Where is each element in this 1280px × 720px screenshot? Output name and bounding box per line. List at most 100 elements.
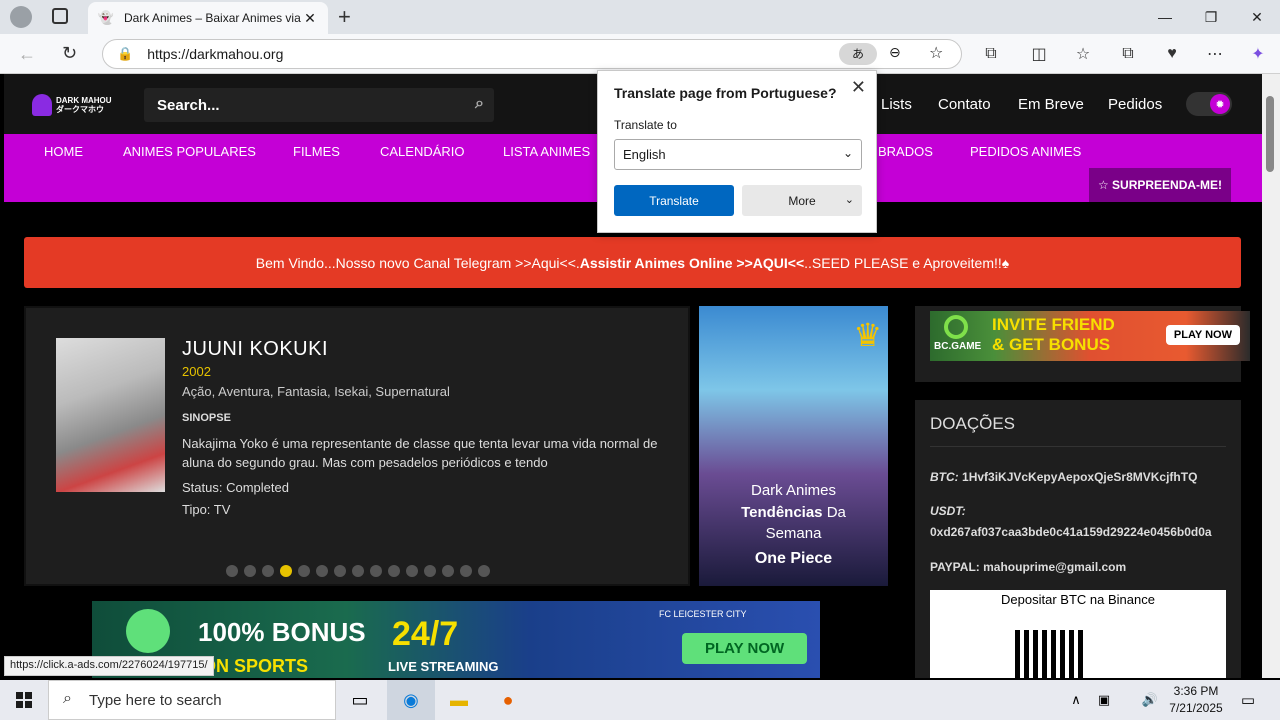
browser-tab[interactable]: 👻 Dark Animes – Baixar Animes via T ✕ [88, 2, 328, 34]
anime-year: 2002 [182, 364, 211, 379]
side-ad-banner[interactable]: BC.GAME INVITE FRIEND & GET BONUS PLAY N… [930, 311, 1250, 361]
side-ad-play-button[interactable]: PLAY NOW [1165, 325, 1240, 345]
browser-essentials-icon[interactable]: ♥ [1158, 40, 1186, 68]
welcome-banner[interactable]: Bem Vindo...Nosso novo Canal Telegram >>… [24, 237, 1241, 288]
ad-sports-text: ON SPORTS [202, 656, 309, 676]
firefox-app-icon[interactable]: ● [484, 680, 532, 720]
more-label: More [788, 193, 816, 208]
start-button[interactable] [0, 680, 48, 720]
page-scrollbar[interactable] [1262, 74, 1280, 678]
tab-actions-icon[interactable] [52, 8, 68, 24]
slider-dot[interactable] [316, 565, 328, 577]
new-tab-button[interactable]: + [338, 4, 360, 30]
favorite-star-icon[interactable]: ☆ [929, 43, 943, 63]
slider-dot[interactable] [226, 565, 238, 577]
slider-dot[interactable] [262, 565, 274, 577]
close-window-button[interactable]: ✕ [1234, 0, 1280, 34]
slider-dot[interactable] [478, 565, 490, 577]
slider-dot[interactable] [406, 565, 418, 577]
slider-dot[interactable] [280, 565, 292, 577]
slider-dot[interactable] [334, 565, 346, 577]
menu-item-animes-populares[interactable]: ANIMES POPULARES [123, 144, 256, 159]
ad-live-text: LIVE STREAMING [388, 659, 499, 674]
notifications-icon[interactable]: ▭ [1228, 680, 1268, 720]
nav-link-contato[interactable]: Contato [938, 96, 991, 113]
edge-app-icon[interactable]: ◉ [387, 680, 435, 720]
menu-item-dublados[interactable]: BRADOS [878, 144, 933, 159]
taskbar-clock[interactable]: 3:36 PM 7/21/2025 [1164, 683, 1228, 717]
search-icon[interactable]: ⌕ [475, 95, 484, 113]
url-field[interactable]: 🔒 https://darkmahou.org あ ⊖ ☆ [102, 39, 962, 69]
menu-item-home[interactable]: HOME [44, 144, 83, 159]
surprise-me-button[interactable]: ☆ SURPREENDA-ME! [1089, 168, 1231, 202]
trending-line2: Tendências Da Semana [699, 502, 888, 544]
theme-toggle[interactable]: ✹ [1186, 92, 1232, 116]
slider-dot[interactable] [442, 565, 454, 577]
menu-item-lista-animes[interactable]: LISTA ANIMES [503, 144, 590, 159]
minimize-button[interactable]: — [1142, 0, 1188, 34]
more-tools-icon[interactable]: ⊖ [889, 44, 901, 61]
featured-slider[interactable]: JUUNI KOKUKI 2002 Ação, Aventura, Fantas… [24, 306, 690, 586]
menu-item-pedidos-animes[interactable]: PEDIDOS ANIMES [970, 144, 1081, 159]
translate-icon[interactable]: あ [839, 43, 877, 65]
menu-item-filmes[interactable]: FILMES [293, 144, 340, 159]
slider-dot[interactable] [388, 565, 400, 577]
slider-dot[interactable] [298, 565, 310, 577]
language-select[interactable]: English ⌄ [614, 139, 862, 170]
site-search-input[interactable]: Search... ⌕ [144, 88, 494, 122]
tab-bar: 👻 Dark Animes – Baixar Animes via T ✕ + … [0, 0, 1280, 34]
scrollbar-thumb[interactable] [1266, 96, 1274, 172]
bc-game-logo-icon [944, 315, 968, 339]
show-hidden-icons-icon[interactable]: ∧ [1056, 680, 1096, 720]
binance-qr-box[interactable]: Depositar BTC na Binance [930, 590, 1226, 678]
settings-more-icon[interactable]: ⋯ [1201, 40, 1229, 68]
more-button[interactable]: More ⌄ [742, 185, 862, 216]
lock-icon[interactable]: 🔒 [117, 46, 133, 62]
task-view-icon[interactable]: ▭ [336, 680, 384, 720]
favorites-icon[interactable]: ☆ [1069, 40, 1097, 68]
close-tab-icon[interactable]: ✕ [302, 10, 318, 27]
slider-dot[interactable] [352, 565, 364, 577]
trending-anime-name[interactable]: One Piece [699, 550, 888, 568]
ghost-logo-icon [32, 94, 52, 116]
site-logo[interactable]: DARK MAHOU ダークマホウ [32, 92, 114, 118]
slider-dot[interactable] [424, 565, 436, 577]
ad-bonus-text: 100% BONUS [198, 617, 366, 647]
translate-button[interactable]: Translate [614, 185, 734, 216]
gear-icon: ✹ [1210, 94, 1230, 114]
profile-icon[interactable] [10, 6, 32, 28]
split-screen-icon[interactable]: ◫ [1025, 40, 1053, 68]
windows-logo-icon [16, 692, 32, 708]
restore-button[interactable]: ❐ [1188, 0, 1234, 34]
volume-icon[interactable]: 🔊 [1138, 680, 1162, 720]
side-ad-container: BC.GAME INVITE FRIEND & GET BONUS PLAY N… [915, 306, 1250, 382]
menu-item-calendario[interactable]: CALENDÁRIO [380, 144, 465, 159]
taskbar-search-input[interactable]: ⌕ Type here to search [48, 680, 336, 720]
slider-dot[interactable] [244, 565, 256, 577]
banner-tail: ..SEED PLEASE e Aproveitem!!♠ [804, 254, 1010, 271]
file-explorer-icon[interactable]: ▬ [435, 680, 483, 720]
copilot-icon[interactable]: ✦ [1244, 40, 1272, 68]
nav-link-em-breve[interactable]: Em Breve [1018, 96, 1084, 113]
nav-link-pedidos[interactable]: Pedidos [1108, 96, 1162, 113]
anime-genres: Ação, Aventura, Fantasia, Isekai, Supern… [182, 384, 450, 399]
slider-dots [226, 565, 490, 577]
network-icon[interactable]: ▣ [1092, 680, 1116, 720]
refresh-icon[interactable]: ↻ [62, 43, 77, 64]
close-icon[interactable]: ✕ [851, 77, 866, 98]
collections-icon[interactable]: ⧉ [1114, 40, 1142, 68]
slider-dot[interactable] [460, 565, 472, 577]
qr-caption: Depositar BTC na Binance [1001, 592, 1155, 607]
slider-dot[interactable] [370, 565, 382, 577]
ad-club-text: FC LEICESTER CITY [659, 609, 747, 619]
trending-card[interactable]: ♛ Dark Animes Tendências Da Semana One P… [699, 306, 888, 586]
anime-poster[interactable] [56, 338, 165, 492]
anime-title[interactable]: JUUNI KOKUKI [182, 338, 328, 361]
btc-label: BTC: [930, 470, 959, 484]
back-icon[interactable]: ← [18, 44, 36, 65]
nav-link-lists[interactable]: Lists [881, 96, 912, 113]
banner-link[interactable]: Assistir Animes Online >>AQUI<< [580, 255, 804, 271]
trending-da: Da [822, 504, 846, 521]
ad-play-button[interactable]: PLAY NOW [682, 633, 808, 664]
extensions-icon[interactable]: ⧉ [977, 40, 1005, 68]
